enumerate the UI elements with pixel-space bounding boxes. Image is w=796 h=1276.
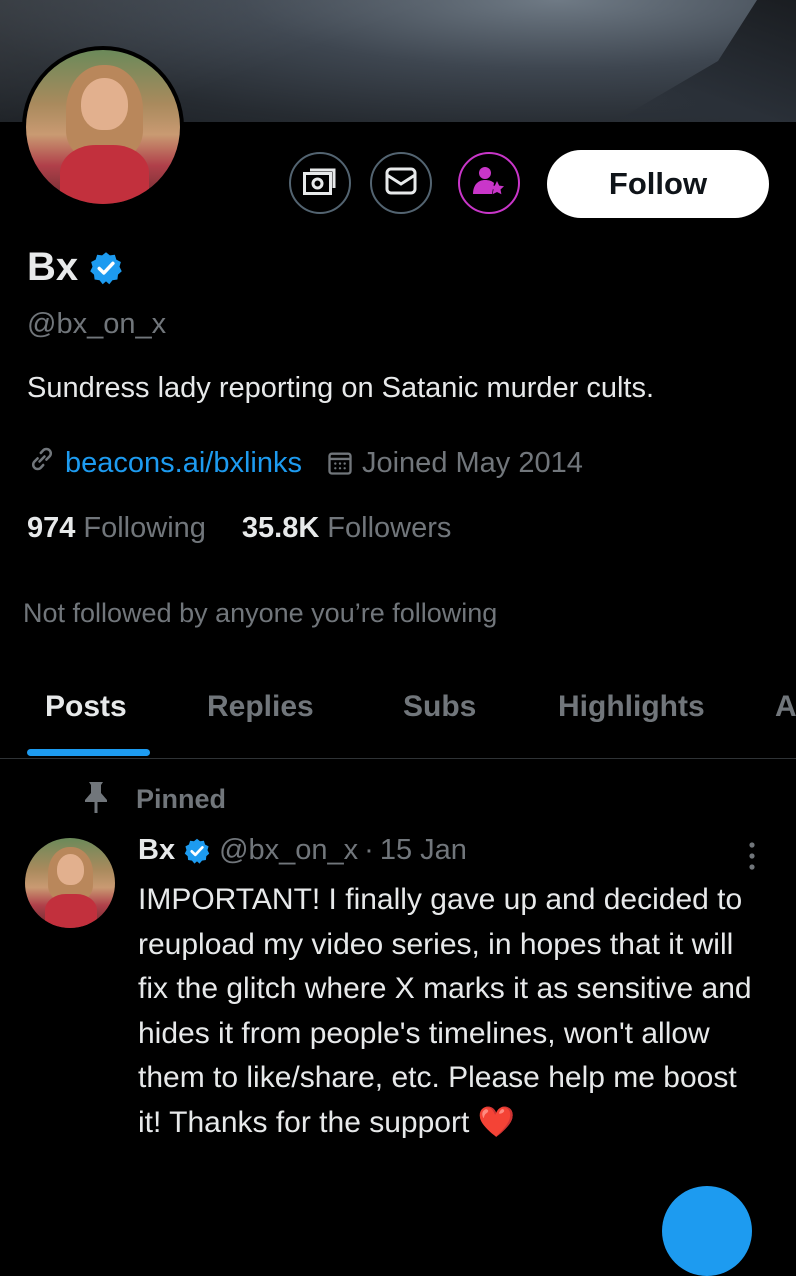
- profile-name-row: Bx: [27, 245, 124, 290]
- profile-handle: @bx_on_x: [27, 308, 167, 340]
- post-separator: ·: [364, 834, 374, 866]
- banner-mountain: [614, 0, 796, 122]
- link-icon: [27, 444, 57, 482]
- followers-stat[interactable]: 35.8K Followers: [242, 512, 451, 545]
- person-star-icon: [472, 164, 506, 203]
- post-avatar-image: [25, 838, 115, 928]
- pinned-label: Pinned: [136, 784, 227, 814]
- verified-badge-icon[interactable]: [88, 250, 124, 286]
- post-author-handle[interactable]: @bx_on_x: [219, 834, 358, 867]
- pin-icon: [82, 780, 110, 819]
- more-vertical-icon[interactable]: [742, 840, 762, 879]
- follow-stats: 974 Following 35.8K Followers: [27, 512, 451, 545]
- profile-avatar[interactable]: [22, 46, 184, 208]
- followers-count: 35.8K: [241, 512, 320, 544]
- post-text: IMPORTANT! I finally gave up and decided…: [138, 878, 758, 1145]
- tip-button[interactable]: [289, 152, 351, 214]
- profile-tabs: Posts Replies Subs Highlights A: [0, 670, 796, 759]
- money-icon: [303, 166, 337, 201]
- envelope-icon: [385, 167, 417, 200]
- following-label: Following: [83, 512, 206, 544]
- profile-meta: beacons.ai/bxlinks Joined May 2014: [27, 444, 583, 482]
- subscribe-button[interactable]: [458, 152, 520, 214]
- tab-highlights[interactable]: Highlights: [558, 690, 705, 724]
- display-name: Bx: [27, 245, 79, 289]
- post-author-avatar[interactable]: [25, 838, 115, 928]
- following-stat[interactable]: 974 Following: [27, 512, 206, 545]
- tab-posts[interactable]: Posts: [45, 690, 127, 724]
- active-tab-indicator: [27, 749, 150, 756]
- tab-subs[interactable]: Subs: [403, 690, 476, 724]
- pinned-indicator: Pinned: [82, 780, 226, 819]
- profile-bio: Sundress lady reporting on Satanic murde…: [27, 372, 655, 404]
- mutual-followers-note: Not followed by anyone you’re following: [23, 598, 498, 628]
- profile-link[interactable]: beacons.ai/bxlinks: [65, 447, 302, 480]
- calendar-icon: [326, 449, 354, 477]
- heart-emoji: ❤️: [477, 1105, 515, 1139]
- post-author-name[interactable]: Bx: [138, 834, 175, 867]
- verified-badge-icon[interactable]: [183, 837, 211, 865]
- tab-replies[interactable]: Replies: [207, 690, 314, 724]
- tab-articles[interactable]: A: [775, 690, 796, 724]
- follow-button[interactable]: Follow: [547, 150, 769, 218]
- followers-label: Followers: [327, 512, 452, 544]
- joined-date: Joined May 2014: [361, 446, 583, 479]
- avatar-image: [26, 50, 180, 204]
- following-count: 974: [27, 512, 76, 544]
- post-date[interactable]: 15 Jan: [380, 834, 467, 867]
- post-header: Bx @bx_on_x · 15 Jan: [138, 834, 467, 867]
- message-button[interactable]: [370, 152, 432, 214]
- post-text-content: IMPORTANT! I finally gave up and decided…: [138, 883, 752, 1139]
